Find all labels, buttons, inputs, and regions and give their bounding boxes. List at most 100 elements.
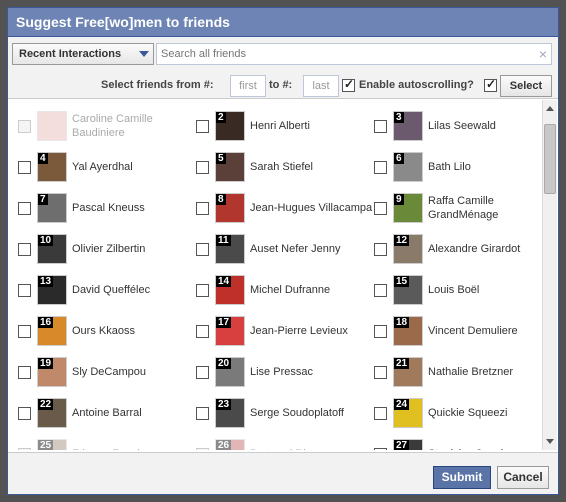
dialog-footer: Submit Cancel [8, 452, 558, 494]
friend-number: 17 [216, 317, 232, 328]
friend-checkbox[interactable] [196, 325, 209, 338]
friend-item[interactable]: 8 Jean-Hugues Villacampa [196, 190, 374, 226]
friend-number: 18 [394, 317, 410, 328]
range-checkbox[interactable] [342, 77, 355, 92]
friend-number: 14 [216, 276, 232, 287]
friend-name: Alexandre Girardot [428, 243, 521, 255]
search-input[interactable] [157, 44, 517, 64]
friend-checkbox[interactable] [196, 202, 209, 215]
friend-item[interactable]: 16 Ours Kkaoss [18, 313, 196, 349]
friend-name: Jean-Pierre Levieux [250, 325, 348, 337]
filter-dropdown-label: Recent Interactions [19, 48, 122, 60]
friend-checkbox[interactable] [374, 202, 387, 215]
friend-name: Stanislas Jourdan [428, 436, 552, 450]
friend-item[interactable]: 12 Alexandre Girardot [374, 231, 552, 267]
close-icon[interactable]: × [539, 46, 547, 62]
first-number-input[interactable]: first [230, 75, 266, 97]
friend-item[interactable]: 24 Quickie Squeezi [374, 395, 552, 431]
dialog-title: Suggest Free[wo]men to friends [8, 8, 558, 37]
avatar: 3 [393, 111, 423, 141]
friend-checkbox[interactable] [18, 243, 31, 256]
friend-checkbox[interactable] [18, 161, 31, 174]
friend-checkbox[interactable] [374, 243, 387, 256]
friend-item[interactable]: 20 Lise Pressac [196, 354, 374, 390]
friend-checkbox[interactable] [374, 120, 387, 133]
friend-item[interactable]: 13 David Queffélec [18, 272, 196, 308]
cancel-button[interactable]: Cancel [497, 466, 549, 489]
friend-checkbox[interactable] [18, 366, 31, 379]
friend-checkbox[interactable] [374, 366, 387, 379]
friend-item[interactable]: 21 Nathalie Bretzner [374, 354, 552, 390]
avatar: 16 [37, 316, 67, 346]
friend-selector-controls: Recent Interactions × Select friends fro… [8, 37, 558, 99]
filter-dropdown[interactable]: Recent Interactions [12, 43, 154, 65]
friend-item[interactable]: 2 Henri Alberti [196, 108, 374, 144]
friend-item[interactable]: 5 Sarah Stiefel [196, 149, 374, 185]
chevron-down-icon [139, 51, 149, 57]
friend-item: 26 Bertrand Rio [196, 436, 374, 450]
friend-checkbox[interactable] [18, 407, 31, 420]
friend-name: Pascal Kneuss [72, 202, 145, 214]
friend-checkbox[interactable] [18, 202, 31, 215]
friend-name: Lise Pressac [250, 366, 313, 378]
friend-checkbox[interactable] [374, 161, 387, 174]
friend-number: 12 [394, 235, 410, 246]
friend-name: Quickie Squeezi [428, 407, 508, 419]
friend-item[interactable]: 10 Olivier Zilbertin [18, 231, 196, 267]
friend-item[interactable]: 15 Louis Boël [374, 272, 552, 308]
select-button[interactable]: Select [500, 75, 552, 97]
friend-item[interactable]: 17 Jean-Pierre Levieux [196, 313, 374, 349]
avatar: 2 [215, 111, 245, 141]
friend-name: Serge Soudoplatoff [250, 407, 344, 419]
friend-name: Lilas Seewald [428, 120, 496, 132]
avatar: 4 [37, 152, 67, 182]
friend-checkbox[interactable] [374, 284, 387, 297]
friend-item[interactable]: 14 Michel Dufranne [196, 272, 374, 308]
friend-checkbox[interactable] [18, 284, 31, 297]
friend-item[interactable]: 18 Vincent Demuliere [374, 313, 552, 349]
friend-name: Antoine Barral [72, 407, 142, 419]
friend-item[interactable]: 22 Antoine Barral [18, 395, 196, 431]
friend-number: 11 [216, 235, 231, 246]
last-number-input[interactable]: last [303, 75, 339, 97]
friend-checkbox[interactable] [374, 325, 387, 338]
autoscroll-label: Enable autoscrolling? [359, 79, 474, 91]
friend-item[interactable]: 3 Lilas Seewald [374, 108, 552, 144]
friend-number: 9 [394, 194, 404, 205]
friend-name: Jean-Hugues Villacampa [250, 202, 373, 214]
friend-item[interactable]: 19 Sly DeCampou [18, 354, 196, 390]
friend-checkbox[interactable] [196, 284, 209, 297]
friend-item[interactable]: 6 Bath Lilo [374, 149, 552, 185]
avatar: 15 [393, 275, 423, 305]
friend-name: Michel Dufranne [250, 284, 331, 296]
friend-item[interactable]: 7 Pascal Kneuss [18, 190, 196, 226]
friend-item[interactable]: 23 Serge Soudoplatoff [196, 395, 374, 431]
friend-number: 19 [38, 358, 54, 369]
friend-item: Caroline Camille Baudiniere [18, 108, 196, 144]
friend-item[interactable]: 11 Auset Nefer Jenny [196, 231, 374, 267]
submit-button[interactable]: Submit [433, 466, 491, 489]
friend-checkbox[interactable] [196, 407, 209, 420]
search-friends-box: × [156, 43, 552, 65]
friend-checkbox[interactable] [374, 448, 387, 450]
friend-number: 21 [394, 358, 410, 369]
friend-checkbox[interactable] [196, 161, 209, 174]
friend-checkbox[interactable] [374, 407, 387, 420]
friend-item[interactable]: 27 Stanislas Jourdan [374, 436, 552, 450]
friend-checkbox[interactable] [196, 366, 209, 379]
friend-name: Auset Nefer Jenny [250, 243, 341, 255]
friend-number: 24 [394, 399, 410, 410]
avatar: 20 [215, 357, 245, 387]
friend-checkbox [196, 448, 209, 450]
avatar: 21 [393, 357, 423, 387]
autoscroll-checkbox[interactable] [484, 77, 497, 92]
friend-checkbox[interactable] [18, 325, 31, 338]
friend-item[interactable]: 9 Raffa Camille GrandMénage [374, 190, 552, 226]
friend-item[interactable]: 4 Yal Ayerdhal [18, 149, 196, 185]
friend-checkbox[interactable] [196, 120, 209, 133]
friend-checkbox[interactable] [196, 243, 209, 256]
range-select-row: Select friends from #: first to #: last … [8, 75, 558, 97]
dialog-body: Suggest Free[wo]men to friends Recent In… [7, 7, 559, 495]
friend-number: 4 [38, 153, 48, 164]
avatar: 10 [37, 234, 67, 264]
